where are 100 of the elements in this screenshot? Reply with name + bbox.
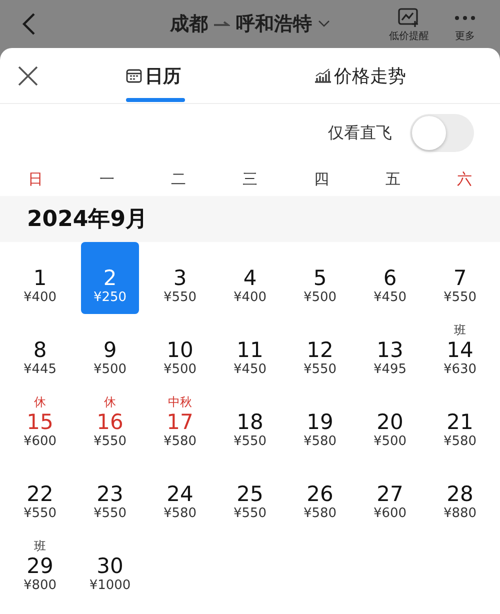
calendar-day[interactable]: 25 ¥550 bbox=[221, 458, 279, 530]
calendar-day[interactable]: 27 ¥600 bbox=[361, 458, 419, 530]
bar-chart-icon bbox=[314, 68, 331, 83]
weekday-label: 六 bbox=[456, 170, 473, 188]
day-price: ¥630 bbox=[443, 362, 477, 378]
day-number: 23 bbox=[96, 482, 124, 506]
day-note: 休 bbox=[104, 394, 116, 410]
day-price: ¥550 bbox=[233, 434, 267, 450]
calendar-day[interactable]: 1 ¥400 bbox=[11, 242, 69, 314]
calendar-day[interactable]: 18 ¥550 bbox=[221, 386, 279, 458]
calendar-day[interactable]: 30 ¥1000 bbox=[81, 530, 139, 602]
day-number: 11 bbox=[236, 338, 264, 362]
day-number: 28 bbox=[446, 482, 474, 506]
calendar-day[interactable]: 20 ¥500 bbox=[361, 386, 419, 458]
day-price: ¥880 bbox=[443, 506, 477, 522]
day-number: 6 bbox=[383, 266, 397, 290]
calendar-day[interactable]: 中秋 17 ¥580 bbox=[151, 386, 209, 458]
day-number: 15 bbox=[26, 410, 54, 434]
tab[interactable]: 日历 bbox=[126, 48, 181, 103]
day-number: 4 bbox=[243, 266, 257, 290]
calendar-day[interactable]: 24 ¥580 bbox=[151, 458, 209, 530]
calendar-day[interactable]: 10 ¥500 bbox=[151, 314, 209, 386]
calendar-day[interactable]: 28 ¥880 bbox=[431, 458, 489, 530]
weekday-label: 三 bbox=[241, 170, 258, 188]
weekday-label: 五 bbox=[384, 170, 402, 188]
day-number: 29 bbox=[26, 554, 54, 578]
day-number: 24 bbox=[166, 482, 194, 506]
day-price: ¥500 bbox=[373, 434, 407, 450]
day-number: 25 bbox=[236, 482, 264, 506]
day-number: 12 bbox=[306, 338, 334, 362]
day-number: 1 bbox=[33, 266, 47, 290]
calendar-day[interactable]: 2 ¥250 bbox=[81, 242, 139, 314]
calendar-day[interactable]: 26 ¥580 bbox=[291, 458, 349, 530]
weekday-label: 一 bbox=[98, 170, 116, 188]
chevron-down-icon[interactable] bbox=[318, 20, 330, 28]
day-price: ¥550 bbox=[93, 506, 127, 522]
calendar-day[interactable]: 13 ¥495 bbox=[361, 314, 419, 386]
calendar-day[interactable]: 休 15 ¥600 bbox=[11, 386, 69, 458]
day-price: ¥550 bbox=[303, 362, 337, 378]
day-price: ¥445 bbox=[23, 362, 57, 378]
day-number: 18 bbox=[236, 410, 264, 434]
day-price: ¥580 bbox=[163, 506, 197, 522]
day-number: 10 bbox=[166, 338, 194, 362]
day-number: 17 bbox=[166, 410, 194, 434]
calendar-day[interactable]: 休 16 ¥550 bbox=[81, 386, 139, 458]
tab-underline bbox=[126, 98, 185, 102]
day-number: 20 bbox=[376, 410, 404, 434]
calendar-day[interactable]: 19 ¥580 bbox=[291, 386, 349, 458]
calendar-day[interactable]: 23 ¥550 bbox=[81, 458, 139, 530]
day-price: ¥400 bbox=[23, 290, 57, 306]
toggle-switch[interactable] bbox=[410, 114, 474, 152]
day-number: 30 bbox=[96, 554, 124, 578]
day-price: ¥250 bbox=[93, 290, 127, 306]
calendar-day[interactable]: 8 ¥445 bbox=[11, 314, 69, 386]
day-note: 休 bbox=[34, 394, 46, 410]
day-note: 班 bbox=[34, 538, 46, 554]
close-icon[interactable] bbox=[18, 66, 38, 86]
day-price: ¥500 bbox=[163, 362, 197, 378]
weekday-label: 日 bbox=[27, 170, 44, 188]
day-price: ¥495 bbox=[373, 362, 407, 378]
day-price: ¥550 bbox=[443, 290, 477, 306]
day-price: ¥500 bbox=[303, 290, 337, 306]
weekday-label: 四 bbox=[312, 170, 330, 188]
tab[interactable]: 价格走势 bbox=[314, 48, 406, 103]
calendar-day[interactable]: 7 ¥550 bbox=[431, 242, 489, 314]
price-alert-button[interactable]: 低价提醒 bbox=[389, 29, 429, 43]
day-price: ¥580 bbox=[163, 434, 197, 450]
day-number: 8 bbox=[33, 338, 47, 362]
day-number: 26 bbox=[306, 482, 334, 506]
day-number: 19 bbox=[306, 410, 334, 434]
day-price: ¥400 bbox=[233, 290, 267, 306]
route-destination: 呼和浩特 bbox=[236, 12, 312, 37]
day-price: ¥600 bbox=[23, 434, 57, 450]
day-price: ¥500 bbox=[93, 362, 127, 378]
day-note: 中秋 bbox=[168, 394, 192, 410]
day-price: ¥550 bbox=[23, 506, 57, 522]
day-number: 27 bbox=[376, 482, 404, 506]
day-number: 5 bbox=[313, 266, 327, 290]
day-number: 3 bbox=[173, 266, 187, 290]
calendar-day[interactable]: 21 ¥580 bbox=[431, 386, 489, 458]
back-icon[interactable] bbox=[22, 12, 36, 36]
calendar-day[interactable]: 班 14 ¥630 bbox=[431, 314, 489, 386]
day-price: ¥450 bbox=[233, 362, 267, 378]
day-price: ¥600 bbox=[373, 506, 407, 522]
calendar-day[interactable]: 5 ¥500 bbox=[291, 242, 349, 314]
calendar-day[interactable]: 11 ¥450 bbox=[221, 314, 279, 386]
day-number: 13 bbox=[376, 338, 404, 362]
day-price: ¥580 bbox=[443, 434, 477, 450]
calendar-day[interactable]: 9 ¥500 bbox=[81, 314, 139, 386]
calendar-day[interactable]: 3 ¥550 bbox=[151, 242, 209, 314]
day-number: 9 bbox=[103, 338, 117, 362]
day-price: ¥550 bbox=[233, 506, 267, 522]
day-price: ¥800 bbox=[23, 578, 57, 594]
calendar-day[interactable]: 班 29 ¥800 bbox=[11, 530, 69, 602]
calendar-day[interactable]: 6 ¥450 bbox=[361, 242, 419, 314]
day-price: ¥550 bbox=[93, 434, 127, 450]
calendar-day[interactable]: 12 ¥550 bbox=[291, 314, 349, 386]
more-button[interactable]: 更多 bbox=[455, 29, 475, 43]
calendar-day[interactable]: 4 ¥400 bbox=[221, 242, 279, 314]
calendar-day[interactable]: 22 ¥550 bbox=[11, 458, 69, 530]
